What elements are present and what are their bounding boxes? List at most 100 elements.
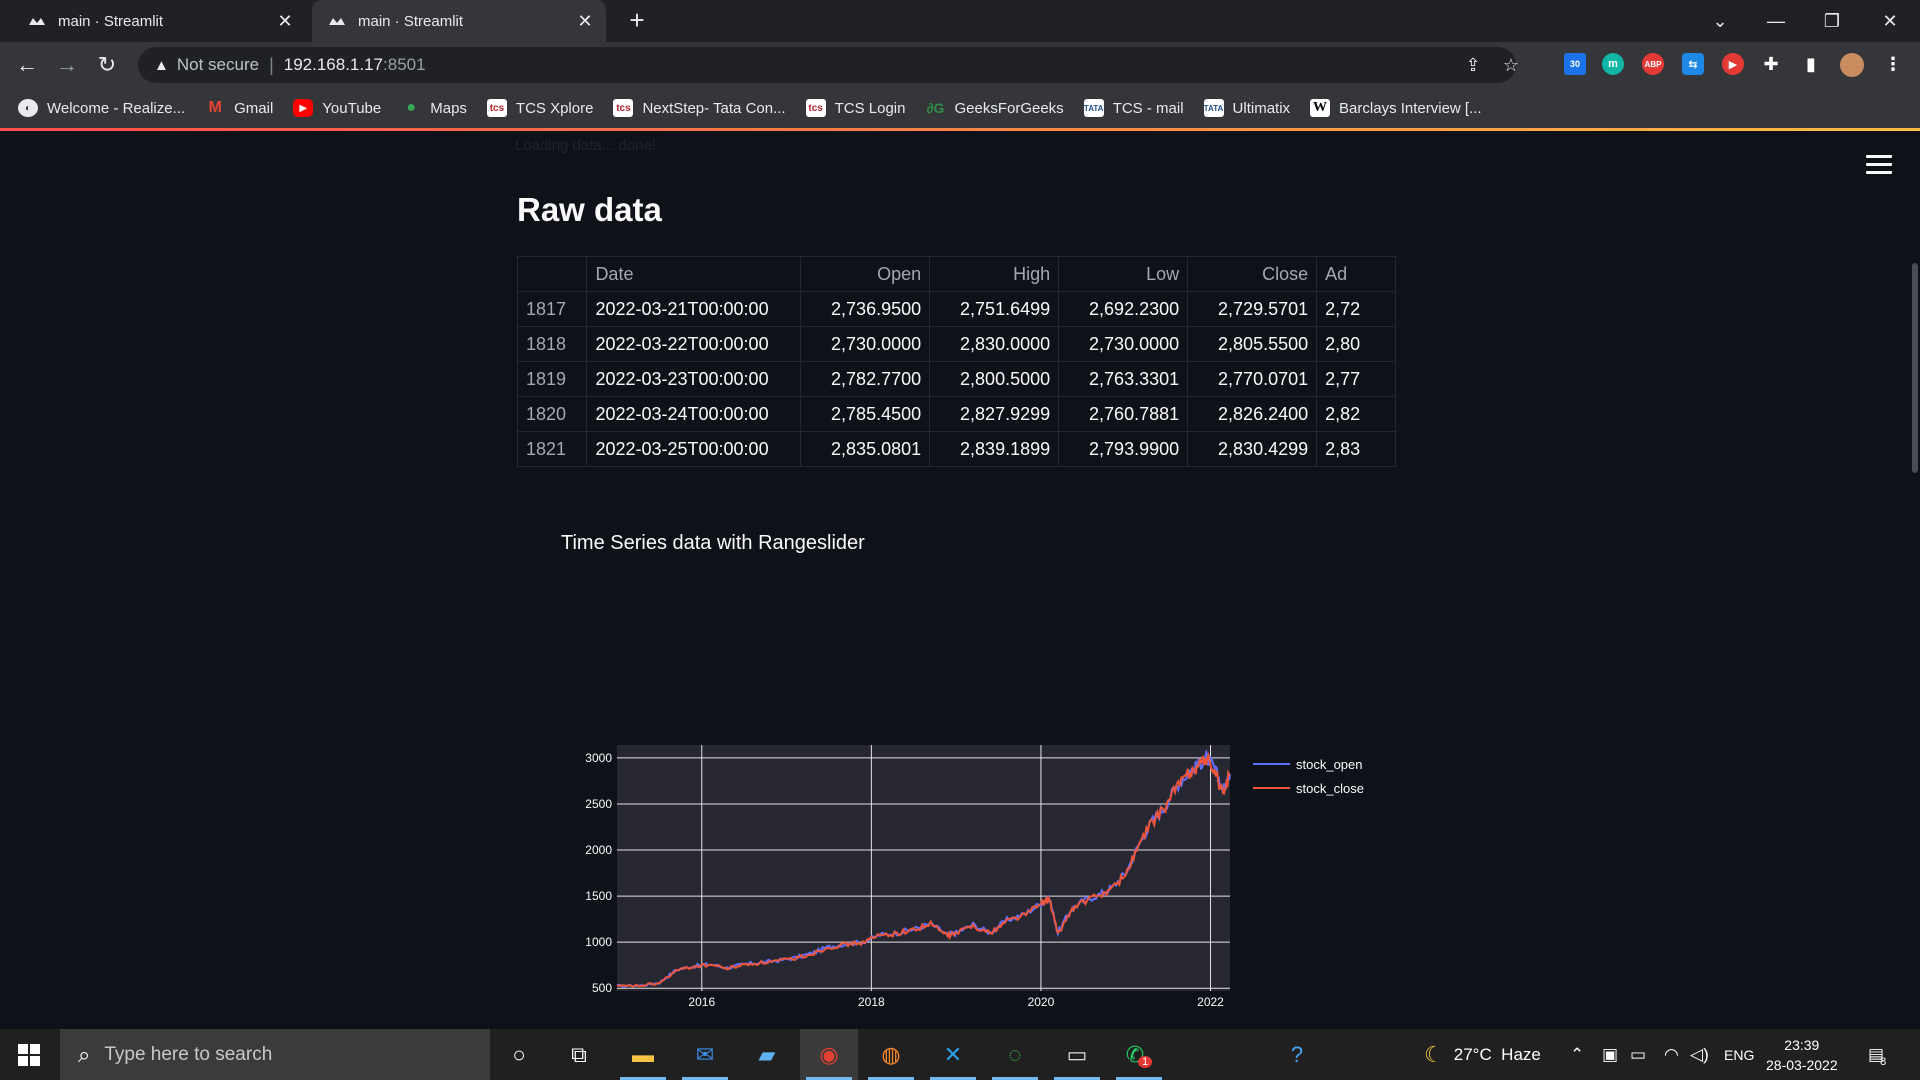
column-header[interactable]: Close [1187, 256, 1318, 292]
row-index: 1821 [517, 431, 588, 467]
share-icon[interactable]: ⇪ [1462, 54, 1484, 76]
volume-icon[interactable]: ◁) [1690, 1029, 1709, 1080]
cell-low: 2,763.3301 [1058, 361, 1189, 397]
table-row: 1817 2022-03-21T00:00:00 2,736.9500 2,75… [517, 291, 1396, 327]
column-header[interactable]: Low [1058, 256, 1189, 292]
gfg-icon: ∂G [926, 100, 945, 116]
chrome-icon[interactable]: ◉ [800, 1029, 858, 1080]
extensions-puzzle-icon[interactable]: ✚ [1760, 53, 1782, 75]
new-tab-button[interactable]: + [624, 7, 650, 34]
tcs-icon: tcs [805, 99, 826, 117]
cell-close: 2,805.5500 [1187, 326, 1318, 362]
back-button[interactable]: ← [12, 50, 42, 80]
firefox-icon[interactable]: ◍ [862, 1029, 920, 1080]
tab-inactive[interactable]: main · Streamlit ✕ [16, 0, 306, 42]
anaconda-icon[interactable]: ◌ [986, 1029, 1044, 1080]
taskbar-search-box[interactable]: ⌕ Type here to search [60, 1029, 490, 1080]
bookmark-item[interactable]: ● Maps [401, 99, 467, 117]
row-index: 1819 [517, 361, 588, 397]
weather-widget[interactable]: ☾ 27°C Haze [1424, 1029, 1541, 1080]
bookmark-label: Barclays Interview [... [1339, 99, 1482, 117]
close-tab-icon[interactable]: ✕ [274, 10, 296, 32]
tab-search-chevron-icon[interactable]: ⌄ [1692, 0, 1748, 42]
task-view-icon[interactable]: ⧉ [550, 1029, 608, 1080]
tab-active[interactable]: main · Streamlit ✕ [312, 0, 606, 42]
y-tick-label: 1500 [585, 889, 612, 903]
bookmark-item[interactable]: ▶ YouTube [293, 99, 381, 117]
close-tab-icon[interactable]: ✕ [574, 10, 596, 32]
hamburger-menu-icon[interactable] [1866, 155, 1892, 175]
warning-icon: ▲ [154, 56, 169, 74]
legend-label[interactable]: stock_open [1296, 757, 1363, 772]
bookmark-star-icon[interactable]: ☆ [1500, 54, 1522, 76]
column-header[interactable]: High [929, 256, 1060, 292]
adblock-extension-icon[interactable]: ABP [1642, 53, 1664, 75]
cortana-icon[interactable]: ○ [490, 1029, 548, 1080]
bookmark-item[interactable]: tcs TCS Xplore [486, 99, 593, 117]
address-bar[interactable]: ▲ Not secure | 192.168.1.17 :8501 ⇪ ☆ [138, 47, 1519, 83]
file-explorer-icon[interactable]: ▬ [614, 1029, 672, 1080]
whatsapp-icon[interactable]: ✆ 1 [1110, 1029, 1168, 1080]
terminal-icon[interactable]: ▭ [1048, 1029, 1106, 1080]
plot-background [617, 745, 1230, 991]
bookmark-item[interactable]: W Barclays Interview [... [1310, 99, 1482, 117]
meet-now-icon[interactable]: ▣ [1602, 1029, 1618, 1080]
weather-text: 27°C Haze [1453, 1044, 1541, 1064]
close-window-button[interactable]: ✕ [1862, 0, 1918, 42]
dataframe[interactable]: Date Open High Low Close Ad 1817 2022-03… [517, 256, 1396, 468]
help-icon[interactable]: ? [1268, 1029, 1326, 1080]
wikipedia-icon: W [1310, 99, 1331, 117]
bookmark-item[interactable]: tcs NextStep- Tata Con... [613, 99, 786, 117]
column-header[interactable]: Date [586, 256, 802, 292]
bookmark-item[interactable]: TATA Ultimatix [1203, 99, 1290, 117]
video-extension-icon[interactable]: ▶ [1722, 53, 1744, 75]
notification-count: 8 [1880, 1055, 1887, 1068]
column-header[interactable]: Ad [1316, 256, 1396, 292]
cell-open: 2,782.7700 [800, 361, 931, 397]
mail-icon[interactable]: ✉ [676, 1029, 734, 1080]
profile-avatar[interactable] [1840, 53, 1864, 77]
plotly-chart[interactable]: 500 1000 1500 2000 2500 3000 2016 2018 2020 2022 s… [560, 601, 1420, 1029]
side-panel-icon[interactable]: ▮ [1800, 53, 1822, 75]
bookmark-item[interactable]: M Gmail [205, 99, 273, 117]
forward-button[interactable]: → [52, 50, 82, 80]
address-port: :8501 [383, 55, 426, 74]
battery-icon[interactable]: ▭ [1630, 1029, 1646, 1080]
bookmark-label: GeeksForGeeks [954, 99, 1064, 117]
data-table: Date Open High Low Close Ad 1817 2022-03… [517, 256, 1396, 467]
moon-cloud-icon: ☾ [1424, 1041, 1444, 1067]
translate-extension-icon[interactable]: ⇆ [1682, 53, 1704, 75]
calendar-extension-icon[interactable]: 30 [1564, 53, 1586, 75]
cell-adj-close: 2,83 [1316, 431, 1396, 467]
windows-start-icon[interactable] [18, 1044, 40, 1066]
minimize-button[interactable]: — [1748, 0, 1804, 42]
tata-icon: TATA [1083, 99, 1104, 117]
wifi-icon[interactable]: ◠ [1664, 1029, 1679, 1080]
tcs-icon: tcs [486, 99, 507, 117]
reload-button[interactable]: ↻ [92, 50, 122, 80]
m-extension-icon[interactable]: m [1602, 53, 1624, 75]
search-placeholder: Type here to search [104, 1043, 273, 1065]
youtube-icon: ▶ [293, 99, 314, 117]
language-indicator[interactable]: ENG [1724, 1029, 1754, 1080]
extension-badge: 30 [1569, 59, 1580, 69]
cell-high: 2,839.1899 [929, 431, 1060, 467]
bookmark-item[interactable]: tcs TCS Login [805, 99, 905, 117]
whatsapp-badge: 1 [1138, 1055, 1153, 1068]
system-clock[interactable]: 23:39 28-03-2022 [1766, 1035, 1838, 1075]
column-header[interactable]: Open [800, 256, 931, 292]
page-scrollbar[interactable] [1912, 263, 1918, 473]
desktop-app-icon[interactable]: ▰ [738, 1029, 796, 1080]
cell-date: 2022-03-21T00:00:00 [586, 291, 802, 327]
bookmark-item[interactable]: ◐ Welcome - Realize... [18, 99, 185, 117]
bookmark-item[interactable]: TATA TCS - mail [1083, 99, 1184, 117]
column-header[interactable] [517, 256, 588, 292]
legend-label[interactable]: stock_close [1296, 781, 1364, 796]
show-hidden-icons-chevron-icon[interactable]: ⌃ [1570, 1029, 1584, 1080]
browser-menu-icon[interactable]: ⋮ [1882, 53, 1904, 75]
bookmark-label: TCS - mail [1112, 99, 1184, 117]
vscode-icon[interactable]: ✕ [924, 1029, 982, 1080]
notification-center-icon[interactable]: ▤ 8 [1868, 1029, 1886, 1080]
restore-button[interactable]: ❐ [1804, 0, 1860, 42]
bookmark-item[interactable]: ∂G GeeksForGeeks [925, 99, 1064, 117]
